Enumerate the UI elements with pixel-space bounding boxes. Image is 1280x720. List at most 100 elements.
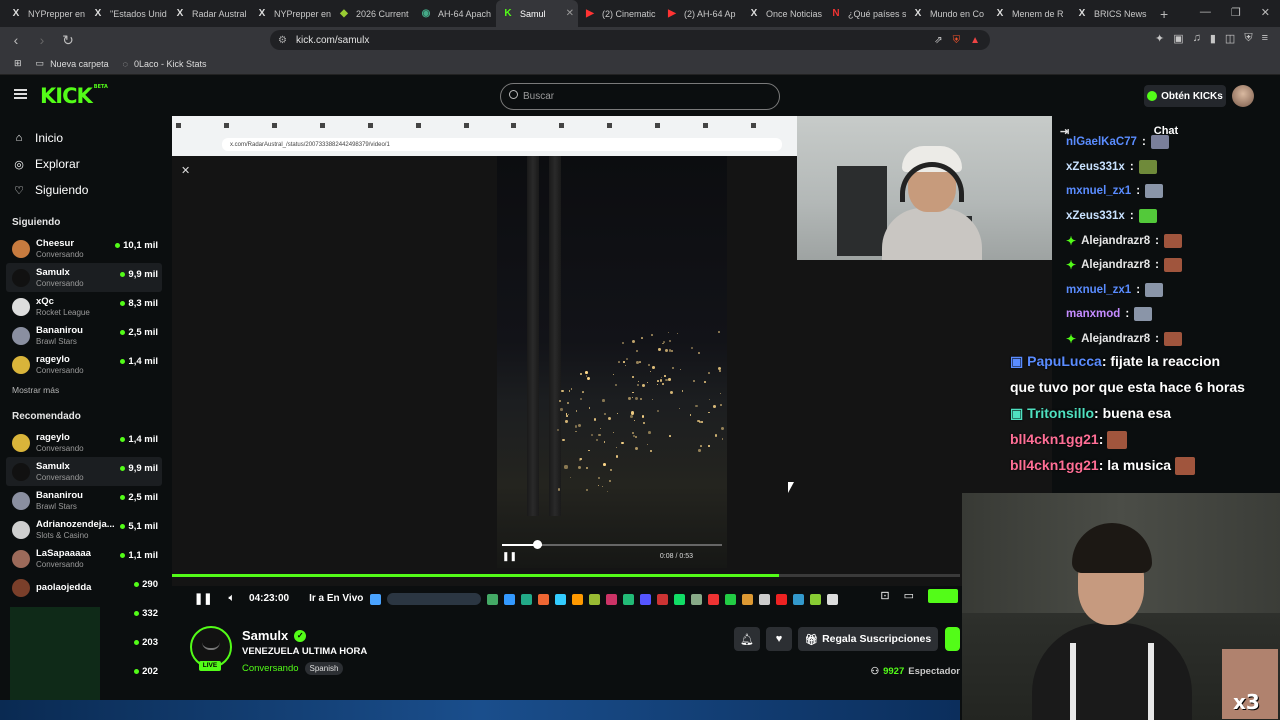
city-light — [628, 397, 631, 400]
sidebar-channel[interactable]: Adrianozendeja... Slots & Casino 5,1 mil — [6, 515, 162, 544]
get-kicks-button[interactable]: Obtén KICKs — [1144, 85, 1226, 107]
viewer-count: 202 — [134, 666, 158, 677]
browser-tab[interactable]: X Radar Austral — [168, 0, 250, 27]
forward-icon[interactable]: › — [32, 32, 52, 48]
back-icon[interactable]: ‹ — [6, 32, 26, 48]
url-bar[interactable]: ⚙ kick.com/samulx ⇗ ⛨ ▲ — [270, 30, 990, 50]
theater-icon[interactable]: ▭ — [904, 589, 914, 603]
sidebar-channel[interactable]: Samulx Conversando 9,9 mil — [6, 263, 162, 292]
reload-icon[interactable]: ↻ — [58, 32, 78, 49]
city-light — [636, 361, 639, 364]
go-live-button[interactable]: Ir a En Vivo — [309, 593, 363, 604]
sidebar-channel[interactable]: rageylo Conversando 1,4 mil — [6, 350, 162, 379]
browser-tab[interactable]: X BRICS News — [1070, 0, 1152, 27]
browser-tab[interactable]: X NYPrepper en — [250, 0, 332, 27]
chat-username[interactable]: Alejandrazr8 — [1081, 259, 1150, 271]
browser-tab[interactable]: X Mundo en Co — [906, 0, 988, 27]
overlay-username: bll4ckn1gg21 — [1010, 457, 1099, 473]
chat-username[interactable]: Alejandrazr8 — [1081, 333, 1150, 345]
sidebar-channel[interactable]: Bananirou Brawl Stars 2,5 mil — [6, 321, 162, 350]
new-tab-icon[interactable]: + — [1160, 6, 1168, 22]
browser-tab[interactable]: ◆ 2026 Current — [332, 0, 414, 27]
user-avatar[interactable] — [1232, 85, 1254, 107]
volume-icon[interactable]: 🔈︎ — [228, 592, 235, 605]
stream-seek-bar[interactable] — [172, 574, 960, 577]
sidebar-channel[interactable]: xQc Rocket League 8,3 mil — [6, 292, 162, 321]
sidebar-channel[interactable]: LaSapaaaaa Conversando 1,1 mil — [6, 544, 162, 573]
browser-tab[interactable]: ◉ AH-64 Apach — [414, 0, 496, 27]
browser-tab-label: BRICS News — [1094, 8, 1147, 19]
browser-tab[interactable]: X Menem de R — [988, 0, 1070, 27]
apps-icon[interactable]: ⊞ — [14, 58, 22, 69]
follow-button[interactable]: ♥ — [766, 627, 792, 651]
pause-icon[interactable]: ❚❚ — [194, 592, 212, 605]
browser-tab[interactable]: X NYPrepper en — [4, 0, 86, 27]
share-icon[interactable]: ⇗ — [934, 35, 942, 46]
bookmark-kick-stats[interactable]: ◌ 0Laco - Kick Stats — [123, 59, 207, 69]
browser-tab[interactable]: ▶ (2) AH-64 Ap — [660, 0, 742, 27]
captured-tab-icon — [367, 122, 373, 128]
streamer-name[interactable]: Samulx — [242, 628, 288, 643]
browser-tab[interactable]: X Once Noticias — [742, 0, 824, 27]
city-light — [668, 331, 670, 333]
menu-icon[interactable]: ≡ — [1262, 32, 1268, 45]
minimize-icon[interactable]: — — [1200, 6, 1211, 19]
restore-icon[interactable]: ❐ — [1231, 6, 1241, 19]
sidebar-channel[interactable]: Cheesur Conversando 10,1 mil — [6, 234, 162, 263]
nav-label: Inicio — [35, 131, 64, 145]
city-light — [651, 399, 653, 401]
clip-controls[interactable]: ❚❚ 0:08 / 0:53 — [497, 536, 727, 566]
sidebar-channel[interactable]: Samulx Conversando 9,9 mil — [6, 457, 162, 486]
show-more-link[interactable]: Mostrar más — [0, 385, 168, 395]
chat-username[interactable]: xZeus331x — [1066, 210, 1125, 222]
browser-tab[interactable]: X "Estados Unid — [86, 0, 168, 27]
chat-username[interactable]: xZeus331x — [1066, 161, 1125, 173]
fullscreen-icon[interactable] — [928, 589, 958, 603]
brave-shield-icon[interactable]: ⛨ — [953, 35, 961, 46]
nav-item-0[interactable]: ⌂ Inicio — [0, 125, 168, 151]
video-player[interactable]: x.com/RadarAustral_/status/2007333882442… — [172, 116, 1052, 586]
chat-username[interactable]: manxmod — [1066, 308, 1120, 320]
sidebar-channel[interactable]: rageylo Conversando 1,4 mil — [6, 428, 162, 457]
stream-category[interactable]: Conversando — [242, 663, 299, 674]
chat-username[interactable]: mxnuel_zx1 — [1066, 185, 1131, 197]
rewards-icon[interactable]: ▲ — [970, 35, 980, 46]
viewer-count-value: 332 — [142, 608, 158, 619]
sidebar-channel[interactable]: Bananirou Brawl Stars 2,5 mil — [6, 486, 162, 515]
embedded-video-clip[interactable] — [497, 156, 727, 568]
browser-tab[interactable]: ▶ (2) Cinematic — [578, 0, 660, 27]
screenshot-icon[interactable]: ▣ — [1173, 32, 1183, 45]
notification-bell-button[interactable]: 🔔︎ — [734, 627, 760, 651]
clip-pause-icon[interactable]: ❚❚ — [502, 551, 517, 562]
gift-subs-button[interactable]: 🎁︎ Regala Suscripciones — [798, 627, 938, 651]
subscribe-button[interactable] — [945, 627, 960, 651]
nav-item-1[interactable]: ◎ Explorar — [0, 151, 168, 177]
wallet-icon[interactable]: ◫ — [1225, 32, 1235, 45]
extension-puzzle-icon[interactable]: ✦ — [1155, 32, 1164, 45]
close-window-icon[interactable]: ✕ — [1261, 6, 1270, 19]
tab-close-icon[interactable]: ✕ — [566, 8, 574, 19]
music-icon[interactable]: ♫ — [1193, 32, 1201, 45]
streamer-webcam-bottom — [962, 493, 1280, 720]
collapse-chat-icon[interactable]: ⇥ — [1060, 125, 1069, 138]
bookmark-kick-stats-label: 0Laco - Kick Stats — [133, 58, 207, 69]
chat-message: mxnuel_zx1: — [1052, 278, 1280, 303]
chat-username[interactable]: Alejandrazr8 — [1081, 235, 1150, 247]
sidebar-channel[interactable]: paolaojedda 290 — [6, 573, 162, 602]
kick-logo[interactable]: KICK BETA — [40, 84, 108, 108]
site-info-icon[interactable]: ⚙ — [278, 35, 287, 46]
chat-username[interactable]: mxnuel_zx1 — [1066, 284, 1131, 296]
search-input[interactable]: Buscar — [500, 83, 780, 110]
hamburger-menu-icon[interactable] — [14, 89, 27, 99]
browser-tab[interactable]: K Samul ✕ — [496, 0, 578, 27]
clip-seek-knob[interactable] — [533, 540, 542, 549]
nav-item-2[interactable]: ♡ Siguiendo — [0, 177, 168, 203]
language-tag[interactable]: Spanish — [304, 662, 344, 675]
bookmark-folder[interactable]: ▭ Nueva carpeta — [36, 58, 109, 69]
clip-icon[interactable]: ⊡ — [880, 589, 889, 603]
sidebar-icon[interactable]: ▮ — [1210, 32, 1216, 45]
browser-tab[interactable]: N ¿Qué países s — [824, 0, 906, 27]
vpn-icon[interactable]: ⛨ — [1244, 32, 1252, 45]
city-light — [714, 434, 718, 437]
close-icon[interactable]: ✕ — [181, 164, 190, 177]
